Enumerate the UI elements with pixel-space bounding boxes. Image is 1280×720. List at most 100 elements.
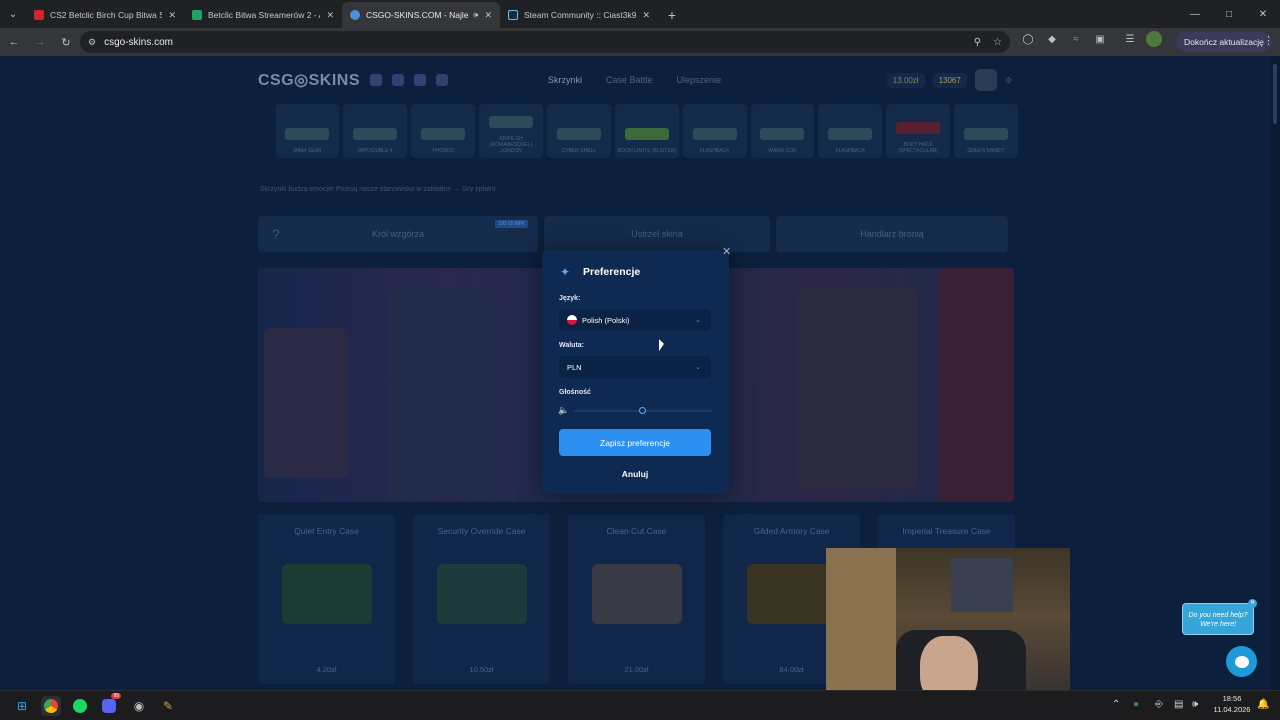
browser-tab-3[interactable]: CSGO-SKINS.COM - Najlep 🕪 ✕ (342, 2, 500, 28)
live-drop-item[interactable]: BODY HACK (SPECTACULAR) (886, 104, 951, 158)
back-icon[interactable]: ← (2, 30, 26, 54)
case-card[interactable]: Clean Cut Case 21.00zł (568, 514, 705, 684)
speaker-icon[interactable]: 🔈 (558, 405, 569, 416)
live-drop-item[interactable]: IMPOSSIBLE-4 (343, 104, 408, 158)
help-bubble[interactable]: Do you need help? We're here! (1182, 603, 1254, 635)
browser-tab-2[interactable]: Betclic Bitwa Streamerów 2 - Ar ✕ (184, 2, 342, 28)
live-drop-item[interactable]: CYBER SHELL (546, 104, 611, 158)
points-badge[interactable]: 13067 (932, 72, 967, 88)
drop-name: IMPOSSIBLE-4 (357, 148, 393, 154)
extension-wave-icon[interactable]: ≈ (1068, 31, 1084, 47)
case-card[interactable]: Security Override Case 10.50zł (413, 514, 550, 684)
restore-icon[interactable]: □ (1212, 0, 1246, 28)
site-nav: Skrzynki Case Battle Ulepszenie (548, 75, 721, 85)
update-button[interactable]: Dokończ aktualizację (1176, 32, 1272, 52)
nav-cases[interactable]: Skrzynki (548, 75, 582, 85)
live-drop-item[interactable]: FLASHBACK (682, 104, 747, 158)
chat-bubble-icon (1234, 655, 1249, 668)
chat-launcher-button[interactable] (1226, 646, 1257, 677)
volume-icon[interactable]: 🕪 (1192, 699, 1198, 710)
close-tab-icon[interactable]: ✕ (642, 10, 650, 21)
notification-bell-icon[interactable]: 🔔 (1257, 699, 1269, 710)
discord-icon[interactable] (370, 74, 383, 86)
case-name: Clean Cut Case (606, 526, 667, 536)
balance-badge[interactable]: 13.00zł (886, 72, 925, 88)
forward-icon[interactable]: → (28, 30, 52, 54)
close-icon[interactable]: ✕ (722, 245, 731, 258)
mode-label: Ustrzel skina (631, 229, 683, 239)
telegram-icon[interactable] (414, 74, 427, 86)
volume-slider-handle[interactable] (639, 407, 646, 414)
profile-avatar-icon[interactable] (1146, 31, 1162, 47)
microphone-icon[interactable]: ⎆ (1155, 699, 1163, 710)
scrollbar-thumb[interactable] (1273, 64, 1277, 124)
nav-case-battle[interactable]: Case Battle (606, 75, 653, 85)
cancel-button[interactable]: Anuluj (559, 466, 711, 482)
live-drop-item[interactable]: BOOM LIMITS (BLISTER) (614, 104, 679, 158)
currency-select[interactable]: PLN ⌄ (559, 356, 711, 378)
site-info-icon[interactable]: ⚙ (88, 37, 96, 48)
live-drop-item[interactable]: GREEN BANDIT (954, 104, 1018, 158)
case-card[interactable]: Quiet Entry Case 4.20zł (258, 514, 395, 684)
extensions-puzzle-icon[interactable]: ▣ (1092, 31, 1108, 47)
extension-diamond-icon[interactable]: ◆ (1044, 31, 1060, 47)
discord-icon[interactable]: 99 (99, 693, 121, 716)
tray-status-icon[interactable]: ● (1133, 699, 1139, 710)
close-help-icon[interactable]: ✕ (1248, 599, 1257, 608)
zoom-icon[interactable]: ⚲ (974, 37, 981, 48)
weapon-image (489, 116, 534, 128)
instagram-icon[interactable] (392, 74, 405, 86)
network-icon[interactable]: ▤ (1174, 699, 1183, 710)
hero-soldier (388, 288, 498, 498)
spotify-icon[interactable] (70, 696, 90, 716)
site-logo[interactable]: CSG◎SKINS (258, 70, 360, 90)
language-select[interactable]: Polish (Polski) ⌄ (559, 309, 711, 331)
obs-icon[interactable]: ◉ (129, 696, 149, 716)
live-drop-item[interactable]: KNIFE SH (ROMANESQUE) | LONDON (479, 104, 543, 158)
reading-list-icon[interactable]: ☰ (1122, 31, 1138, 47)
reload-icon[interactable]: ↻ (54, 30, 78, 54)
app-icon[interactable]: ✎ (158, 696, 178, 716)
drop-name: GREEN BANDIT (967, 148, 1005, 154)
address-input[interactable]: ⚙ csgo-skins.com ⚲ ☆ (80, 31, 1010, 53)
bookmark-star-icon[interactable]: ☆ (993, 37, 1002, 48)
tray-chevron-icon[interactable]: ⌃ (1112, 699, 1120, 710)
browser-tab-4[interactable]: Steam Community :: Ciast3k999 ✕ (500, 2, 658, 28)
minimize-icon[interactable]: — (1178, 0, 1212, 28)
address-toolbar: ← → ↻ ⚙ csgo-skins.com ⚲ ☆ ◯ ◆ ≈ ▣ ☰ Dok… (0, 28, 1280, 56)
mode-shoot-skin[interactable]: Ustrzel skina (544, 216, 770, 252)
case-name: Security Override Case (437, 526, 526, 536)
system-clock[interactable]: 18:56 11.04.2026 (1212, 693, 1252, 715)
close-tab-icon[interactable]: ✕ (326, 10, 334, 21)
chrome-icon[interactable] (41, 696, 61, 716)
speaker-icon[interactable]: 🕪 (473, 10, 478, 20)
browser-tab-1[interactable]: CS2 Betclic Birch Cup Bitwa Stre ✕ (26, 2, 184, 28)
mode-king-of-hill[interactable]: ? Król wzgórza DO 15 MIN (258, 216, 538, 252)
close-tab-icon[interactable]: ✕ (484, 10, 492, 21)
settings-gear-icon[interactable]: ⚙ (1005, 76, 1012, 85)
tab-search-icon[interactable]: ⌄ (0, 0, 26, 28)
live-drop-item[interactable]: PHOBOS (411, 104, 476, 158)
live-drop-item[interactable]: FLASHBACK (818, 104, 883, 158)
save-preferences-button[interactable]: Zapisz preferencje (559, 429, 711, 456)
new-tab-icon[interactable]: + (658, 2, 686, 28)
nav-upgrade[interactable]: Ulepszenie (677, 75, 722, 85)
extension-gamepad-icon[interactable]: ◯ (1020, 31, 1036, 47)
language-label: Język: (559, 295, 581, 302)
mode-arms-dealer[interactable]: Handlarz bronią (776, 216, 1008, 252)
live-drop-item[interactable]: WARM COD (750, 104, 815, 158)
page-scrollbar[interactable] (1270, 56, 1280, 690)
menu-kebab-icon[interactable]: ⋮ (1263, 34, 1274, 47)
avatar[interactable] (974, 69, 997, 91)
notice-banner[interactable]: Skrzynki budzą emocje! Poznaj nasze stan… (260, 186, 495, 193)
tab-label: Betclic Bitwa Streamerów 2 - Ar (208, 10, 321, 20)
social-links (370, 74, 449, 86)
close-window-icon[interactable]: ✕ (1246, 0, 1280, 28)
windows-start-icon[interactable]: ⊞ (12, 696, 32, 716)
case-image (592, 564, 682, 624)
live-drop-item[interactable]: M4A4 SEAR (275, 104, 340, 158)
x-icon[interactable] (436, 74, 449, 86)
close-tab-icon[interactable]: ✕ (168, 10, 176, 21)
favicon-icon (34, 10, 44, 20)
feed-filter-icons (258, 104, 272, 160)
